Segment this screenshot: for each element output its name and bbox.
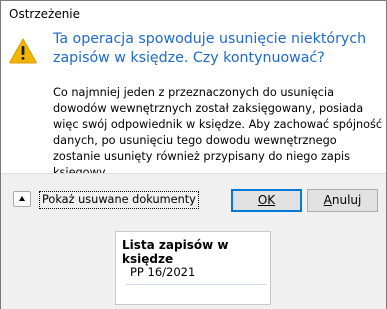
cancel-button[interactable]: Anuluj — [307, 189, 378, 212]
message-area: Ta operacja spowoduje usunięcie niektóry… — [1, 28, 386, 179]
panel-title: Lista zapisów w księdze — [122, 238, 229, 266]
ledger-entries-panel: Lista zapisów w księdze PP 16/2021 — [115, 231, 271, 305]
list-item[interactable]: PP 16/2021 — [130, 265, 195, 279]
content-text: Co najmniej jeden z przeznaczonych do us… — [53, 86, 383, 179]
show-documents-expander[interactable]: Pokaż usuwane dokumenty — [13, 189, 211, 211]
dialog-footer: Pokaż usuwane dokumenty OK Anuluj Lista … — [1, 173, 386, 309]
item-divider — [126, 284, 266, 285]
expander-arrow-icon[interactable] — [13, 191, 31, 207]
main-instruction: Ta operacja spowoduje usunięcie niektóry… — [53, 31, 367, 66]
cancel-label-underlined: A — [323, 193, 332, 207]
expander-label[interactable]: Pokaż usuwane dokumenty — [39, 191, 199, 209]
warning-icon — [9, 38, 37, 64]
warning-dialog: Ostrzeżenie Ta operacja spowoduje usunię… — [0, 0, 387, 309]
title-bar[interactable]: Ostrzeżenie — [1, 1, 386, 28]
window-title: Ostrzeżenie — [9, 7, 81, 21]
cancel-label-rest: nuluj — [331, 193, 362, 207]
ok-label: OK — [257, 193, 276, 207]
ok-button[interactable]: OK — [231, 189, 302, 212]
